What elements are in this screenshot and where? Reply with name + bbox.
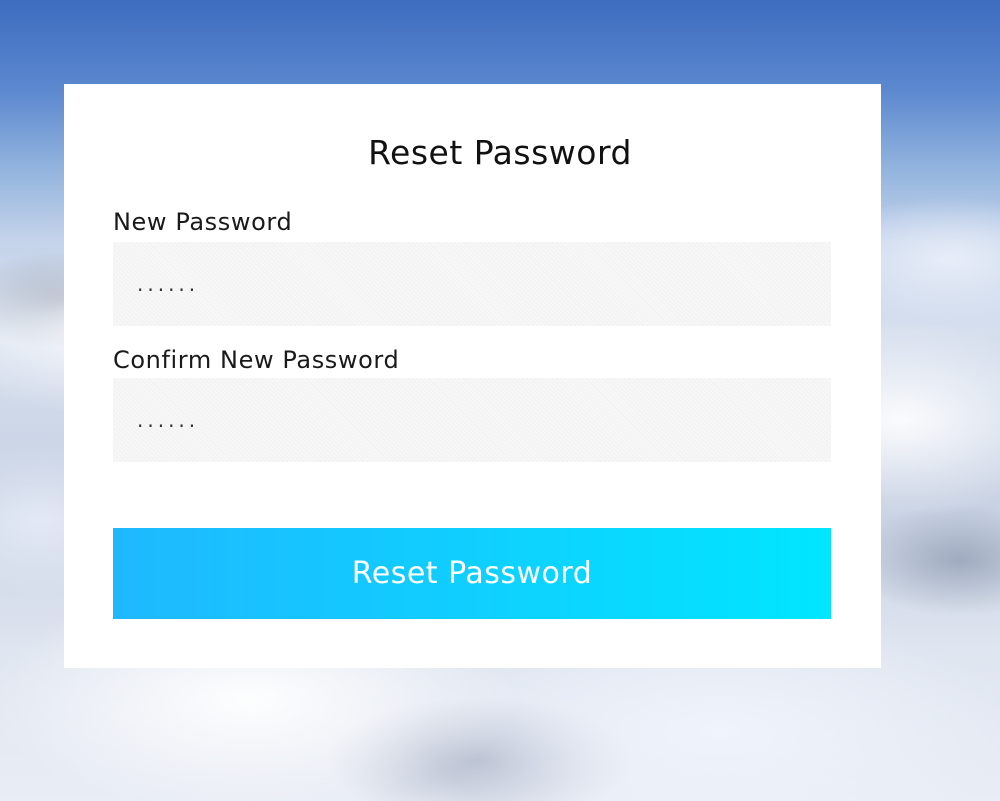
- reset-password-button[interactable]: Reset Password: [113, 528, 831, 619]
- new-password-input[interactable]: [113, 242, 831, 326]
- new-password-label: New Password: [113, 208, 293, 236]
- confirm-password-label: Confirm New Password: [113, 346, 400, 374]
- confirm-password-input[interactable]: [113, 378, 831, 462]
- page-title: Reset Password: [368, 133, 632, 172]
